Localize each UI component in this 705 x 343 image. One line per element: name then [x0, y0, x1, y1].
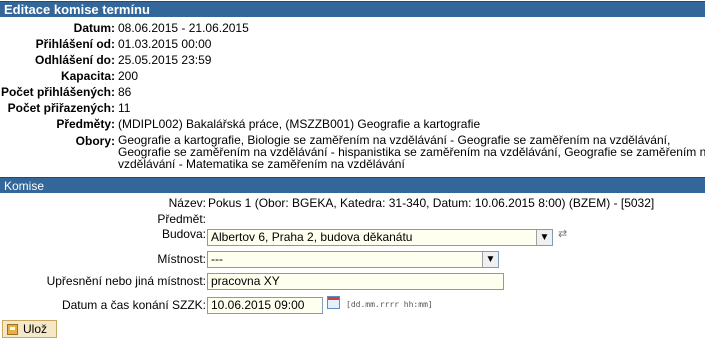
- mistnost-select[interactable]: --- ▼: [207, 251, 499, 268]
- detail-row-kapacita: Kapacita: 200: [0, 69, 705, 84]
- komise-section-header: Komise: [0, 177, 705, 193]
- predmety-label: Předměty:: [56, 117, 115, 131]
- predmet-label: Předmět:: [157, 212, 206, 226]
- komise-row-predmet: Předmět:: [0, 212, 705, 227]
- detail-row-datum: Datum: 08.06.2015 - 21.06.2015: [0, 21, 705, 36]
- predmety-value: (MDIPL002) Bakalářská práce, (MSZZB001) …: [118, 117, 481, 131]
- kapacita-label: Kapacita:: [60, 69, 115, 83]
- prihlaseni-value: 01.03.2015 00:00: [118, 37, 212, 51]
- datum-label: Datum:: [73, 21, 115, 35]
- detail-row-prirazenych: Počet přiřazených: 11: [0, 101, 705, 116]
- obory-value: Geografie a kartografie, Biologie se zam…: [118, 134, 705, 171]
- detail-row-obory: Obory: Geografie a kartografie, Biologie…: [0, 134, 705, 174]
- datum-value: 08.06.2015 - 21.06.2015: [118, 21, 249, 35]
- detail-row-prihlasenych: Počet přihlášených: 86: [0, 85, 705, 100]
- prirazenych-label: Počet přiřazených:: [7, 101, 115, 115]
- datum-konani-input[interactable]: 10.06.2015 09:00: [207, 297, 323, 314]
- budova-select-value: Albertov 6, Praha 2, budova děkanátu: [211, 230, 413, 244]
- odhlaseni-label: Odhlášení do:: [34, 53, 115, 67]
- calendar-icon[interactable]: [327, 296, 340, 309]
- detail-row-odhlaseni: Odhlášení do: 25.05.2015 23:59: [0, 53, 705, 68]
- chevron-down-icon[interactable]: ▼: [482, 252, 498, 267]
- prihlaseni-label: Přihlášení od:: [35, 37, 115, 51]
- mistnost-select-value: ---: [211, 252, 223, 266]
- kapacita-value: 200: [118, 69, 139, 83]
- odhlaseni-value: 25.05.2015 23:59: [118, 53, 212, 67]
- upresneni-input[interactable]: pracovna XY: [207, 273, 504, 290]
- save-button-label: Ulož: [23, 322, 48, 336]
- prirazenych-value: 11: [118, 101, 131, 115]
- datum-konani-label: Datum a čas konání SZZK:: [61, 298, 206, 312]
- datum-format-hint: [dd.mm.rrrr hh:mm]: [346, 300, 433, 309]
- page-title: Editace komise termínu: [0, 1, 705, 17]
- chevron-down-icon[interactable]: ▼: [536, 230, 552, 245]
- budova-select[interactable]: Albertov 6, Praha 2, budova děkanátu ▼: [207, 229, 553, 246]
- detail-row-prihlaseni: Přihlášení od: 01.03.2015 00:00: [0, 37, 705, 52]
- nazev-label: Název:: [168, 196, 206, 210]
- save-button[interactable]: Ulož: [2, 320, 57, 338]
- komise-row-nazev: Název: Pokus 1 (Obor: BGEKA, Katedra: 31…: [0, 196, 705, 211]
- mistnost-label: Místnost:: [157, 252, 206, 266]
- prihlasenych-value: 86: [118, 85, 132, 99]
- prihlasenych-label: Počet přihlášených:: [0, 85, 115, 99]
- refresh-icon[interactable]: ⇄: [558, 228, 570, 240]
- save-icon: [7, 324, 18, 335]
- obory-label: Obory:: [75, 134, 115, 148]
- nazev-value: Pokus 1 (Obor: BGEKA, Katedra: 31-340, D…: [208, 196, 655, 210]
- detail-row-predmety: Předměty: (MDIPL002) Bakalářská práce, (…: [0, 117, 705, 132]
- budova-label: Budova:: [161, 227, 206, 241]
- upresneni-label: Upřesnění nebo jiná místnost:: [46, 274, 206, 288]
